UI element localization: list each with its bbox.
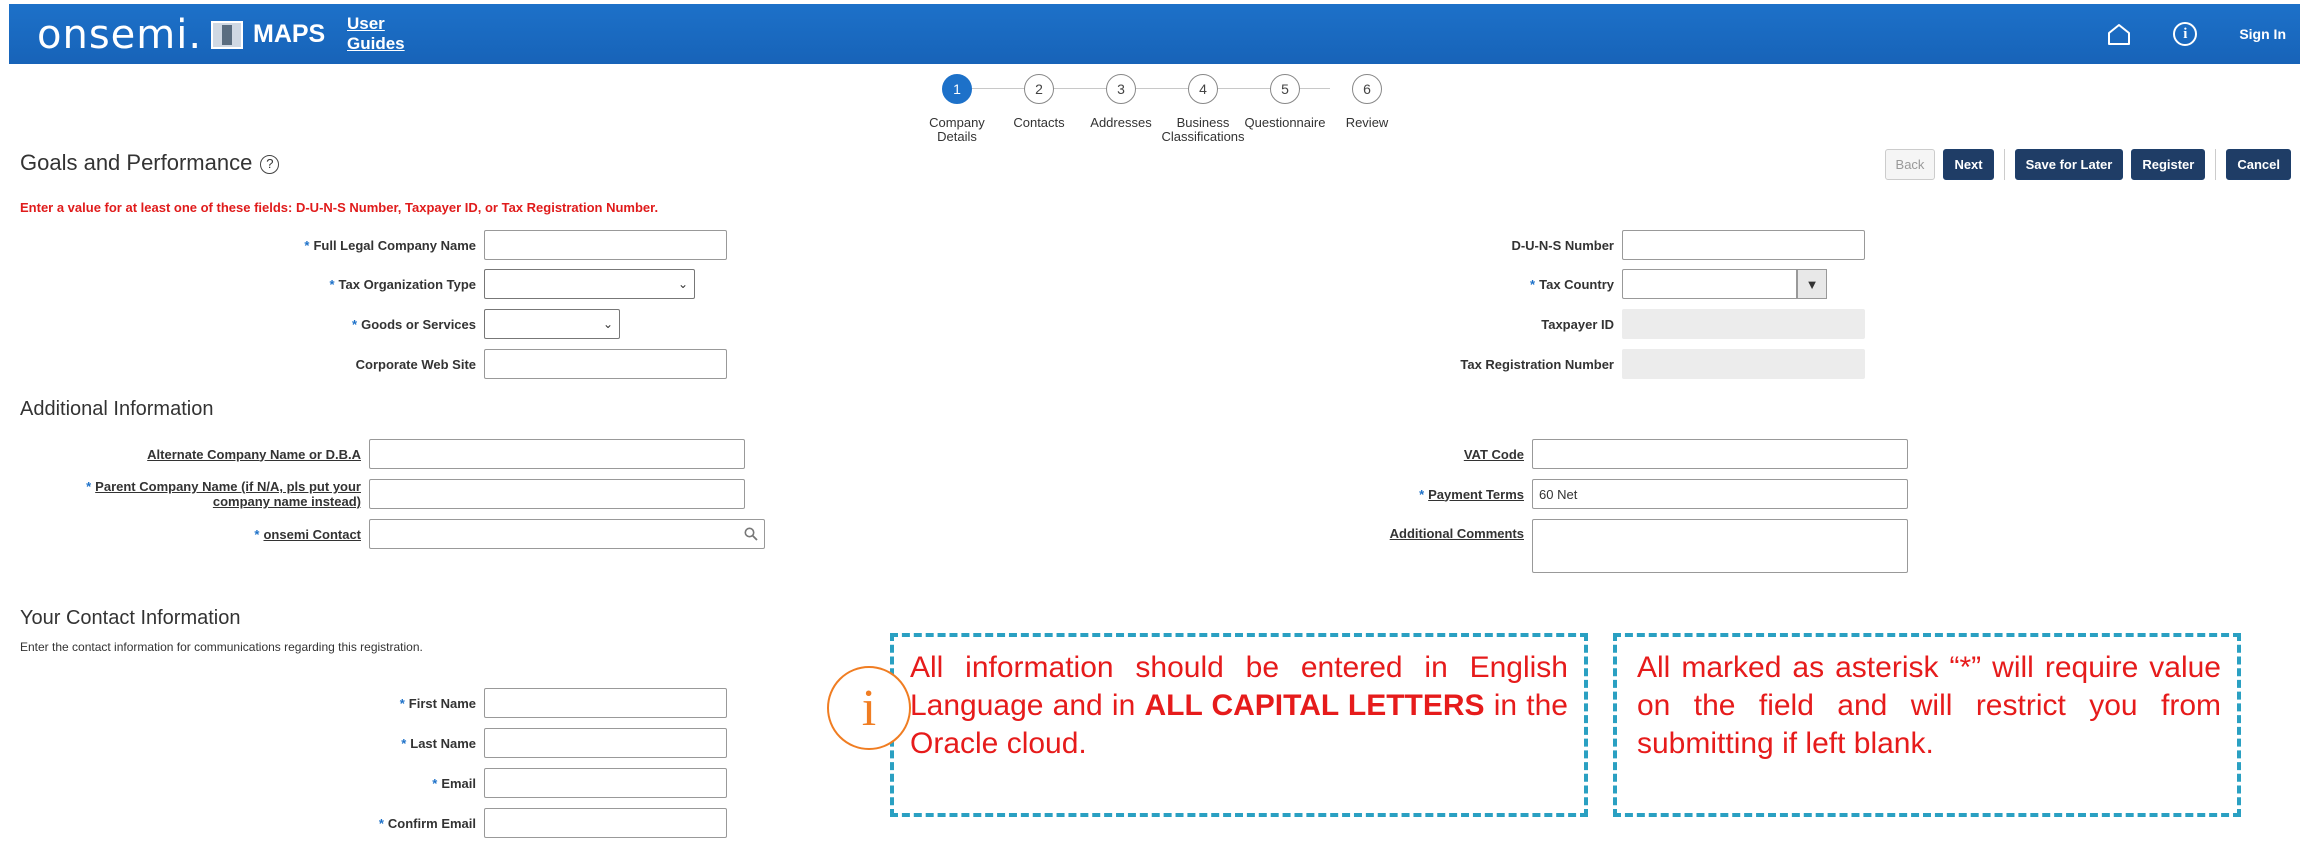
maps-brand[interactable]: MAPS (211, 20, 325, 49)
sign-in-link[interactable]: Sign In (2239, 26, 2286, 42)
duns-input[interactable] (1622, 230, 1865, 260)
vat-code-label: VAT Code (1463, 446, 1524, 462)
train-step-contacts[interactable]: 2 Contacts (994, 74, 1084, 130)
contact-info-heading: Your Contact Information (20, 607, 241, 629)
validation-error: Enter a value for at least one of these … (20, 200, 659, 215)
asterisk-callout: All marked as asterisk “*” will require … (1613, 633, 2241, 817)
maps-label: MAPS (253, 20, 326, 48)
save-for-later-button[interactable]: Save for Later (2014, 149, 2124, 180)
chevron-down-icon: ⌄ (602, 317, 613, 331)
page-title: Goals and Performance? (20, 150, 280, 176)
onsemi-contact-label: * onsemi Contact (254, 526, 361, 542)
goods-services-label: * Goods or Services (352, 316, 476, 332)
progress-train: 1 Company Details 2 Contacts 3 Addresses… (920, 74, 1388, 144)
help-icon[interactable]: ? (260, 155, 280, 174)
train-step-company-details[interactable]: 1 Company Details (912, 74, 1002, 144)
tax-org-type-label: * Tax Organization Type (329, 276, 476, 292)
chevron-down-icon: ⌄ (677, 277, 688, 291)
train-step-business-classifications[interactable]: 4 Business Classifications (1158, 74, 1248, 144)
last-name-label: * Last Name (401, 735, 476, 751)
tax-registration-label: Tax Registration Number (1460, 356, 1614, 372)
parent-company-label: * Parent Company Name (if N/A, pls put yo… (86, 479, 361, 509)
train-step-questionnaire[interactable]: 5 Questionnaire (1240, 74, 1330, 130)
confirm-email-label: * Confirm Email (378, 815, 476, 831)
tax-country-input[interactable] (1622, 269, 1797, 299)
email-label: * Email (432, 775, 476, 791)
duns-label: D-U-N-S Number (1511, 237, 1614, 253)
user-guides-link[interactable]: User Guides (347, 14, 405, 54)
next-button[interactable]: Next (1943, 149, 1994, 180)
vat-code-input[interactable] (1532, 439, 1908, 469)
maps-icon (211, 20, 243, 49)
first-name-input[interactable] (484, 688, 727, 718)
language-callout: All information should be entered in Eng… (890, 633, 1588, 817)
train-step-addresses[interactable]: 3 Addresses (1076, 74, 1166, 130)
email-input[interactable] (484, 768, 727, 798)
search-icon[interactable] (744, 527, 758, 541)
first-name-label: * First Name (399, 695, 476, 711)
goods-services-select[interactable]: ⌄ (484, 309, 620, 339)
app-header: onsemi. MAPS User Guides i Sign In (9, 4, 2300, 64)
dropdown-arrow-icon[interactable]: ▼ (1797, 269, 1827, 299)
contact-info-note: Enter the contact information for commun… (20, 640, 423, 654)
last-name-input[interactable] (484, 728, 727, 758)
tax-country-label: * Tax Country (1530, 276, 1614, 292)
taxpayer-id-label: Taxpayer ID (1541, 316, 1614, 332)
home-icon[interactable] (2107, 23, 2131, 45)
tax-org-type-select[interactable]: ⌄ (484, 269, 695, 299)
info-icon[interactable]: i (2173, 22, 2198, 46)
tax-registration-input[interactable] (1622, 349, 1865, 379)
legal-name-input[interactable] (484, 230, 727, 260)
info-icon: i (827, 666, 911, 750)
confirm-email-input[interactable] (484, 808, 727, 838)
alt-name-label: Alternate Company Name or D.B.A (147, 446, 361, 462)
additional-comments-label: Additional Comments (1389, 526, 1524, 541)
register-button[interactable]: Register (2131, 149, 2206, 180)
train-step-review[interactable]: 6 Review (1322, 74, 1412, 130)
parent-company-input[interactable] (369, 479, 745, 509)
additional-info-heading: Additional Information (20, 398, 214, 420)
payment-terms-input[interactable]: 60 Net (1532, 479, 1908, 509)
payment-terms-label: * Payment Terms (1419, 486, 1524, 502)
onsemi-logo[interactable]: onsemi. (37, 12, 202, 58)
back-button[interactable]: Back (1884, 149, 1936, 180)
taxpayer-id-input[interactable] (1622, 309, 1865, 339)
additional-comments-textarea[interactable] (1532, 519, 1908, 573)
legal-name-label: * Full Legal Company Name (304, 237, 476, 253)
alt-name-input[interactable] (369, 439, 745, 469)
onsemi-contact-input[interactable] (369, 519, 765, 549)
website-input[interactable] (484, 349, 727, 379)
action-bar: Back Next Save for Later Register Cancel (1884, 149, 2291, 180)
website-label: Corporate Web Site (355, 356, 476, 372)
cancel-button[interactable]: Cancel (2226, 149, 2291, 180)
